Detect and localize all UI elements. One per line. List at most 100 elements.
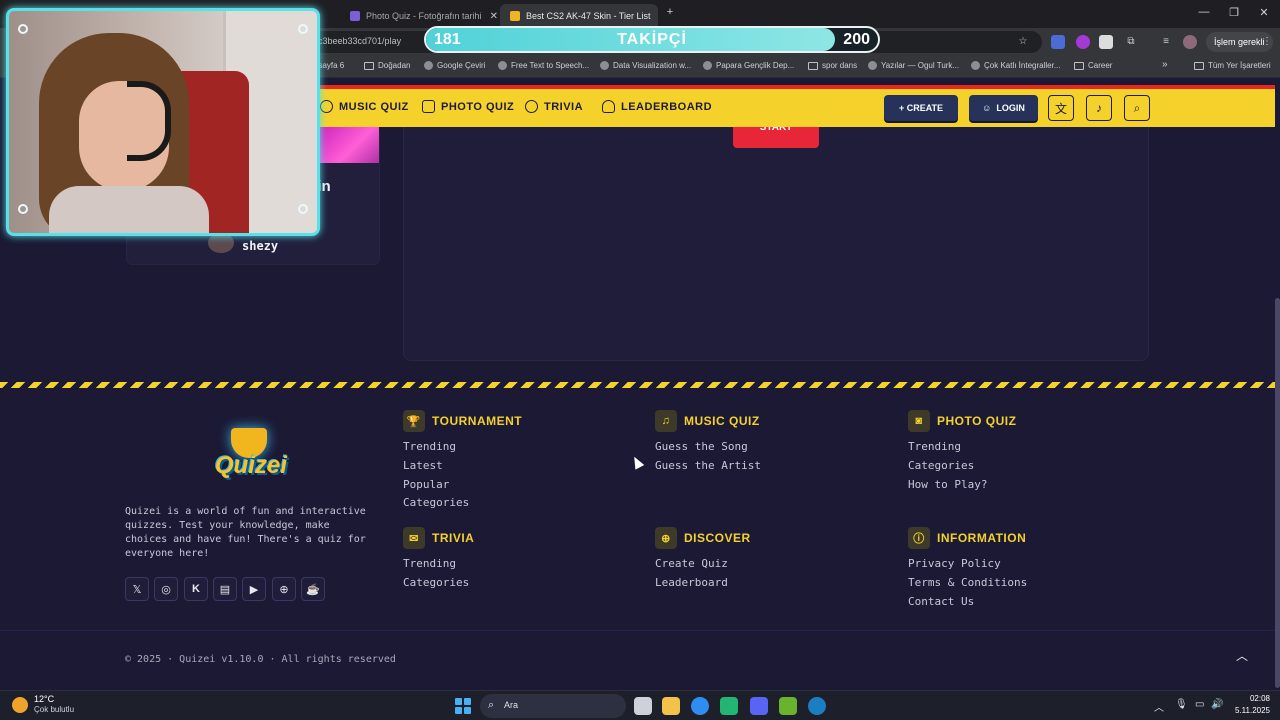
bookmark-item[interactable]: Free Text to Speech... <box>498 61 589 70</box>
quiz-play-panel <box>403 127 1149 361</box>
display-icon[interactable]: ▭ <box>1195 699 1204 710</box>
language-translate-button[interactable]: 文 <box>1048 95 1074 121</box>
app-green-icon[interactable] <box>720 697 738 715</box>
kick-icon[interactable]: K <box>184 577 208 601</box>
footer-link[interactable]: Latest <box>403 459 443 472</box>
nav-trivia[interactable]: TRIVIA <box>525 100 583 113</box>
avatar[interactable] <box>1183 35 1197 49</box>
nav-music-quiz[interactable]: MUSIC QUIZ <box>320 100 409 113</box>
footer-link[interactable]: Categories <box>908 459 974 472</box>
weather-temperature[interactable]: 12°C <box>34 694 54 704</box>
nav-label: LEADERBOARD <box>621 100 713 113</box>
medal-icon <box>602 100 615 113</box>
task-view-icon[interactable] <box>634 697 652 715</box>
extensions-puzzle-icon[interactable]: ⧉ <box>1124 35 1138 49</box>
footer-divider <box>0 630 1275 631</box>
scrollbar-thumb[interactable] <box>1275 298 1280 688</box>
globe-icon[interactable]: ⊕ <box>272 577 296 601</box>
footer-link[interactable]: Create Quiz <box>655 557 728 570</box>
footer-link[interactable]: Categories <box>403 576 469 589</box>
site-icon <box>600 61 609 70</box>
chat-icon <box>525 100 538 113</box>
browser-tab[interactable]: Photo Quiz - Fotoğrafın tarihi ✕ <box>340 4 498 28</box>
bookmarks-more-icon[interactable]: » <box>1162 59 1168 70</box>
coffee-icon[interactable]: ☕ <box>301 577 325 601</box>
youtube-icon[interactable]: ▶ <box>242 577 266 601</box>
page-scrollbar[interactable] <box>1275 78 1280 690</box>
extension-purple-icon[interactable] <box>1076 35 1090 49</box>
login-button[interactable]: ☺ LOGIN <box>969 95 1038 121</box>
windows-start-icon[interactable] <box>455 698 471 714</box>
footer-heading-trivia: ✉ TRIVIA <box>403 527 474 549</box>
bookmark-item[interactable]: Career <box>1074 61 1112 70</box>
browser-tab-active[interactable]: Best CS2 AK-47 Skin - Tier List ✕ <box>500 4 658 28</box>
footer-link[interactable]: Categories <box>403 496 469 509</box>
footer-heading-tournament: 🏆 TOURNAMENT <box>403 410 522 432</box>
os-taskbar: 12°C Çok bulutlu ⌕ Ara ︿ 🎙 ▭ 🔊 02:08 5.1… <box>0 690 1280 720</box>
file-explorer-icon[interactable] <box>662 697 680 715</box>
footer-link[interactable]: Guess the Song <box>655 440 748 453</box>
minimize-icon[interactable]: — <box>1194 6 1214 18</box>
footer-link[interactable]: Privacy Policy <box>908 557 1001 570</box>
bookmark-item[interactable]: Doğadan <box>364 61 410 70</box>
footer-link[interactable]: Trending <box>403 440 456 453</box>
nav-leaderboard[interactable]: LEADERBOARD <box>602 100 712 113</box>
taskbar-search[interactable]: ⌕ Ara <box>480 694 626 718</box>
close-tab-icon[interactable]: ✕ <box>482 11 498 22</box>
x-icon[interactable]: 𝕏 <box>125 577 149 601</box>
quizei-logo[interactable]: Quizei <box>206 428 296 486</box>
close-window-icon[interactable]: ✕ <box>1254 6 1274 19</box>
footer-link[interactable]: Trending <box>403 557 456 570</box>
trophy-icon: 🏆 <box>403 410 425 432</box>
steam-icon[interactable] <box>808 697 826 715</box>
footer-link[interactable]: Contact Us <box>908 595 974 608</box>
globe-icon: ⊕ <box>655 527 677 549</box>
all-bookmarks-folder[interactable]: Tüm Yer İşaretleri <box>1194 61 1271 70</box>
notification-bell-icon[interactable]: ♪ <box>1086 95 1112 121</box>
menu-kebab-icon[interactable]: ⋮ <box>1260 35 1274 49</box>
footer-link[interactable]: Terms & Conditions <box>908 576 1027 589</box>
star-icon[interactable]: ☆ <box>1016 35 1030 49</box>
extension-translate-icon[interactable] <box>1051 35 1065 49</box>
folder-icon <box>364 61 374 70</box>
footer-link[interactable]: Popular <box>403 478 449 491</box>
tray-chevron-icon[interactable]: ︿ <box>1154 699 1164 714</box>
reading-list-icon[interactable]: ≡ <box>1159 35 1173 49</box>
bookmark-item[interactable]: Google Çeviri <box>424 61 485 70</box>
discord-icon[interactable] <box>750 697 768 715</box>
bookmark-item[interactable]: Papara Gençlik Dep... <box>703 61 794 70</box>
clock-time[interactable]: 02:08 <box>1238 694 1270 703</box>
footer-link[interactable]: Trending <box>908 440 961 453</box>
instagram-icon[interactable]: ◎ <box>154 577 178 601</box>
tab-label: Best CS2 AK-47 Skin - Tier List <box>526 11 651 21</box>
scroll-to-top-icon[interactable]: ︿ <box>1232 646 1252 666</box>
frame-corner-icon <box>18 204 28 214</box>
extension-box-icon[interactable] <box>1099 35 1113 49</box>
volume-icon[interactable]: 🔊 <box>1211 699 1223 710</box>
start-button[interactable]: START <box>733 127 819 148</box>
close-tab-icon[interactable]: ✕ <box>651 11 658 22</box>
search-icon[interactable]: ⌕ <box>1124 95 1150 121</box>
create-button[interactable]: + CREATE <box>884 95 958 121</box>
chrome-icon[interactable] <box>691 697 709 715</box>
weather-description[interactable]: Çok bulutlu <box>34 705 74 714</box>
bookmark-item[interactable]: Yazılar — Ogul Turk... <box>868 61 959 70</box>
bookmark-item[interactable]: Çok Katlı İntegraller... <box>971 61 1060 70</box>
footer-link[interactable]: Guess the Artist <box>655 459 761 472</box>
bookmark-item[interactable]: spor dans <box>808 61 857 70</box>
bookmark-item[interactable]: Data Visualization w... <box>600 61 691 70</box>
site-icon <box>971 61 980 70</box>
clock-date[interactable]: 5.11.2025 <box>1226 706 1270 715</box>
nav-label: PHOTO QUIZ <box>441 100 515 113</box>
microphone-icon[interactable]: 🎙 <box>1175 699 1188 710</box>
weather-icon[interactable] <box>12 697 28 713</box>
nav-photo-quiz[interactable]: PHOTO QUIZ <box>422 100 514 113</box>
follower-count: 181 <box>434 31 461 48</box>
twitch-icon[interactable]: ▤ <box>213 577 237 601</box>
new-tab-button[interactable]: + <box>660 6 680 18</box>
footer-link[interactable]: How to Play? <box>908 478 987 491</box>
app-android-icon[interactable] <box>779 697 797 715</box>
footer-link[interactable]: Leaderboard <box>655 576 728 589</box>
restore-icon[interactable]: ❐ <box>1224 6 1244 19</box>
chat-icon: ✉ <box>403 527 425 549</box>
